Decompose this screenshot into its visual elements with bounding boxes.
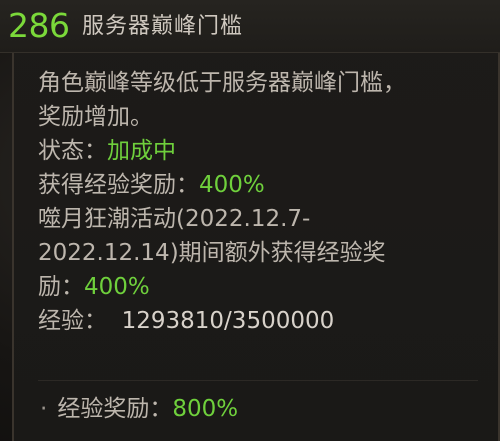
- event-reward-value: 400%: [84, 274, 150, 300]
- event-line-1: 噬月狂潮活动(2022.12.7-: [38, 206, 311, 232]
- description-line-1: 角色巅峰等级低于服务器巅峰门槛，: [38, 70, 406, 96]
- experience-label: 经验：: [38, 308, 107, 334]
- status-label: 状态：: [38, 138, 107, 164]
- tooltip-title: 服务器巅峰门槛: [82, 14, 244, 39]
- bullet-icon: ·: [40, 396, 48, 422]
- total-bonus-value: 800%: [172, 396, 239, 422]
- exp-reward-row: 获得经验奖励：400%: [38, 168, 488, 202]
- description-line-2: 奖励增加。: [38, 104, 153, 130]
- experience-value: 1293810/3500000: [121, 308, 335, 334]
- exp-reward-value: 400%: [199, 172, 265, 198]
- exp-reward-label: 获得经验奖励：: [38, 172, 199, 198]
- event-reward-label: 励：: [38, 274, 84, 300]
- event-line-2: 2022.12.14)期间额外获得经验奖: [38, 240, 386, 266]
- event-reward-row: 励：400%: [38, 270, 488, 304]
- status-value: 加成中: [107, 138, 176, 164]
- tooltip-header: 286 服务器巅峰门槛: [0, 0, 500, 53]
- total-bonus-label: 经验奖励：: [57, 396, 173, 422]
- divider: [38, 380, 478, 381]
- level-number: 286: [8, 6, 70, 45]
- total-bonus-row: · 经验奖励：800%: [38, 392, 238, 426]
- experience-row: 经验： 1293810/3500000: [38, 304, 488, 338]
- tooltip-body: 角色巅峰等级低于服务器巅峰门槛， 奖励增加。 状态：加成中 获得经验奖励：400…: [38, 66, 488, 338]
- status-row: 状态：加成中: [38, 134, 488, 168]
